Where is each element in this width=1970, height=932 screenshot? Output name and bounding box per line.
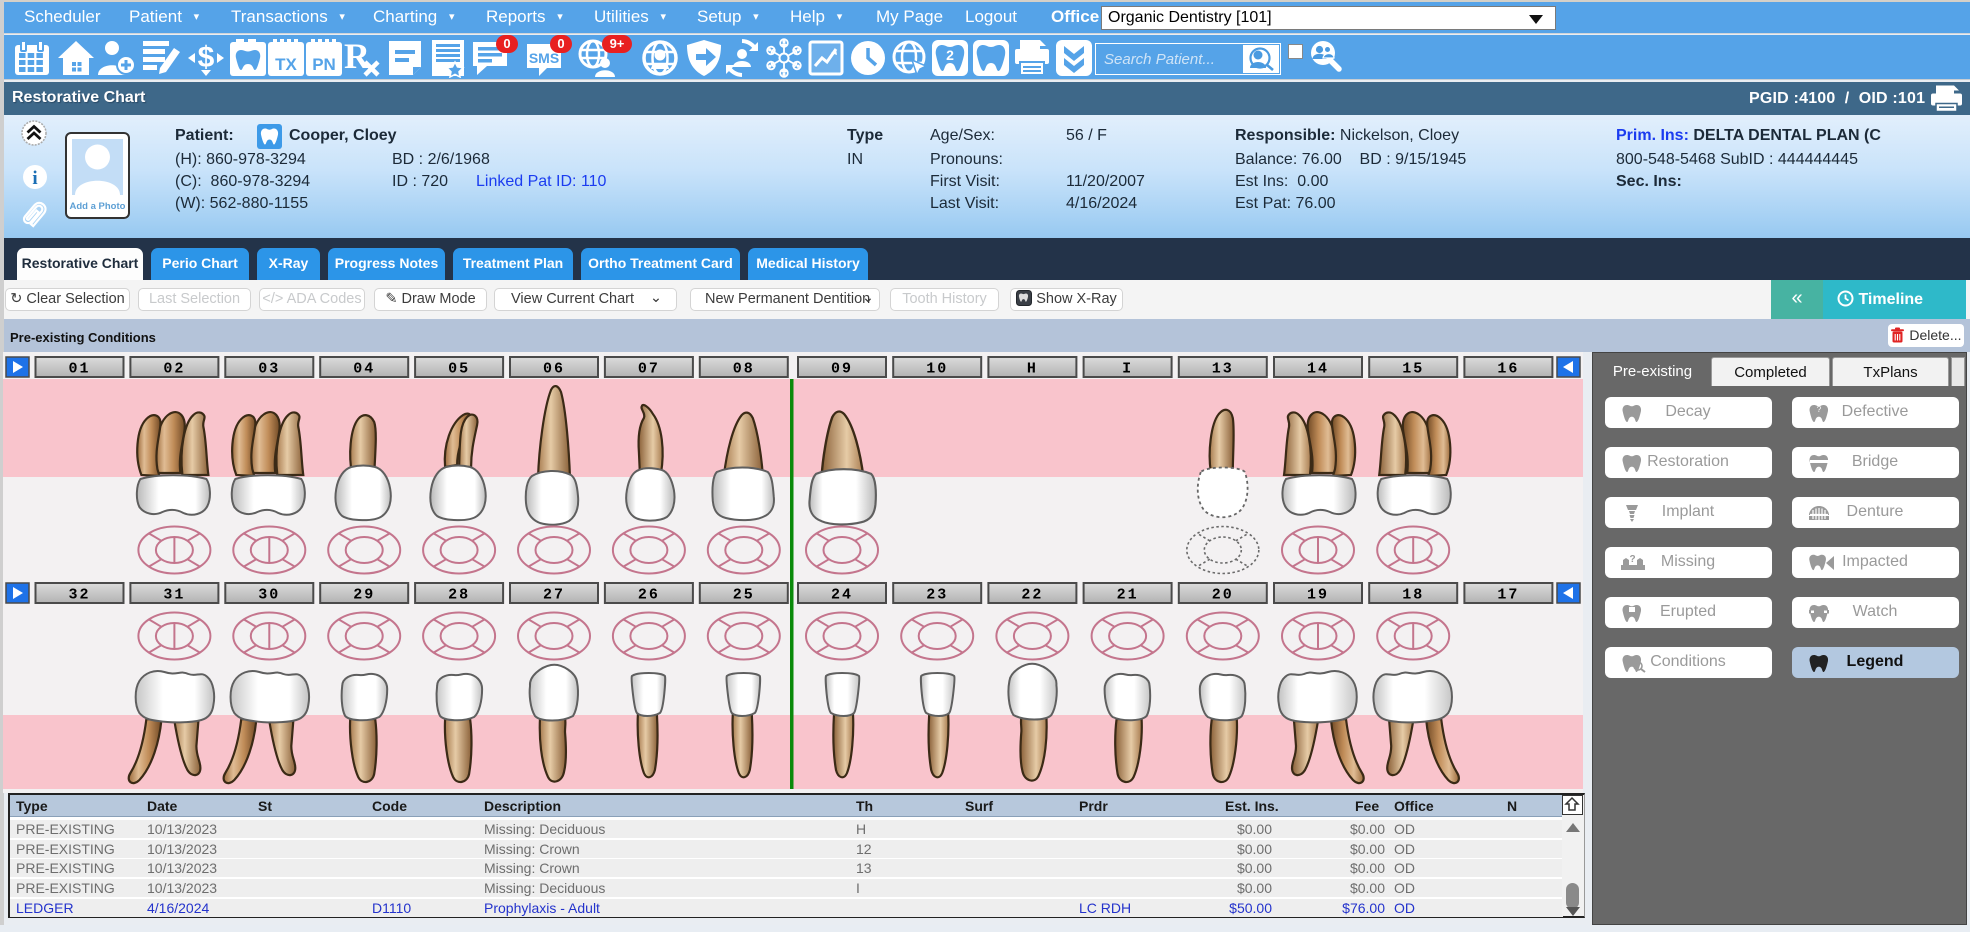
svg-text:SMS: SMS [529, 50, 559, 66]
svg-text:14: 14 [1307, 361, 1329, 378]
svg-text:PN: PN [312, 55, 336, 74]
svg-text:13: 13 [1212, 361, 1234, 378]
svg-text:01: 01 [68, 361, 90, 378]
svg-text:23: 23 [926, 587, 948, 604]
svg-text:06: 06 [543, 361, 565, 378]
svg-text:2: 2 [946, 47, 954, 63]
svg-text:25: 25 [733, 587, 755, 604]
svg-text:30: 30 [258, 587, 280, 604]
svg-text:$: $ [198, 41, 215, 74]
svg-text:16: 16 [1497, 361, 1519, 378]
svg-text:31: 31 [163, 587, 185, 604]
svg-text:04: 04 [353, 361, 375, 378]
svg-text:02: 02 [163, 361, 185, 378]
svg-text:I: I [1122, 361, 1133, 378]
svg-text:26: 26 [638, 587, 660, 604]
svg-text:22: 22 [1021, 587, 1043, 604]
svg-text:09: 09 [831, 361, 853, 378]
svg-text:21: 21 [1117, 587, 1139, 604]
svg-text:20: 20 [1212, 587, 1234, 604]
svg-text:32: 32 [68, 587, 90, 604]
svg-text:17: 17 [1497, 587, 1519, 604]
svg-text:05: 05 [448, 361, 470, 378]
svg-text:i: i [32, 168, 37, 189]
svg-text:07: 07 [638, 361, 660, 378]
svg-text:24: 24 [831, 587, 853, 604]
svg-text:15: 15 [1402, 361, 1424, 378]
svg-text:TX: TX [275, 55, 297, 74]
svg-text:18: 18 [1402, 587, 1424, 604]
svg-text:10: 10 [926, 361, 948, 378]
svg-text:03: 03 [258, 361, 280, 378]
svg-text:08: 08 [733, 361, 755, 378]
svg-text:19: 19 [1307, 587, 1329, 604]
svg-text:H: H [1027, 361, 1038, 378]
svg-text:27: 27 [543, 587, 565, 604]
svg-text:29: 29 [353, 587, 375, 604]
svg-text:28: 28 [448, 587, 470, 604]
